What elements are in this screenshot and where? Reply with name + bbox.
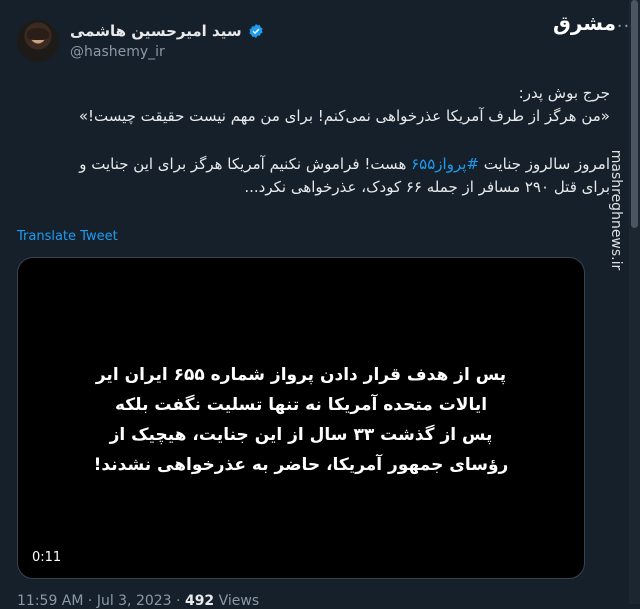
meta-separator: · [87,593,93,609]
views-label: Views [218,593,260,609]
author-name-row[interactable]: سید امیرحسین هاشمی [70,22,264,40]
watermark-url: mashreghnews.ir [608,149,624,271]
avatar[interactable] [17,20,59,62]
tweet-text-segment: امروز سالروز جنایت [478,155,610,173]
tweet-text-line-4: برای قتل ۲۹۰ مسافر از جمله ۶۶ کودک، عذرخ… [244,178,610,196]
tweet-text-line-1: جرج بوش پدر: [518,84,610,102]
views-count: 492 [184,593,215,609]
video-caption-line: ایالات متحده آمریکا نه تنها تسلیت نگفت ب… [114,395,488,415]
tweet-date[interactable]: Jul 3, 2023 [97,593,172,609]
video-duration: 0:11 [28,549,66,566]
video-caption-line: پس از هدف قرار دادن پرواز شماره ۶۵۵ ایرا… [95,365,507,385]
translate-tweet-link[interactable]: Translate Tweet [17,229,118,244]
tweet-time[interactable]: 11:59 AM [17,593,83,609]
watermark-side-text: mashreghnews.ir [606,60,626,360]
tweet-meta: 11:59 AM · Jul 3, 2023 · 492 Views [17,593,259,609]
scrollbar-thumb[interactable] [631,0,638,228]
hashtag-link[interactable]: #پرواز۶۵۵ [411,155,479,173]
video-caption: پس از هدف قرار دادن پرواز شماره ۶۵۵ ایرا… [18,360,584,480]
tweet-text-line-2: «من هرگز از طرف آمریکا عذرخواهی نمی‌کنم!… [78,107,610,125]
watermark-logo: مشرق [552,11,616,35]
video-player[interactable]: پس از هدف قرار دادن پرواز شماره ۶۵۵ ایرا… [17,257,585,579]
author-handle[interactable]: @hashemy_ir [70,44,165,60]
tweet-text-segment: هست! فراموش نکنیم آمریکا هرگز برای این ج… [79,155,412,173]
tweet-text-line-3: امروز سالروز جنایت #پرواز۶۵۵ هست! فراموش… [17,153,610,176]
video-caption-line: پس از گذشت ۳۳ سال از این جنایت، هیچیک از [109,425,493,445]
meta-separator: · [176,593,181,609]
verified-badge-icon [248,24,263,38]
author-name[interactable]: سید امیرحسین هاشمی [70,22,242,40]
video-caption-line: رؤسای جمهور آمریکا، حاضر به عذرخواهی نشد… [93,455,509,475]
